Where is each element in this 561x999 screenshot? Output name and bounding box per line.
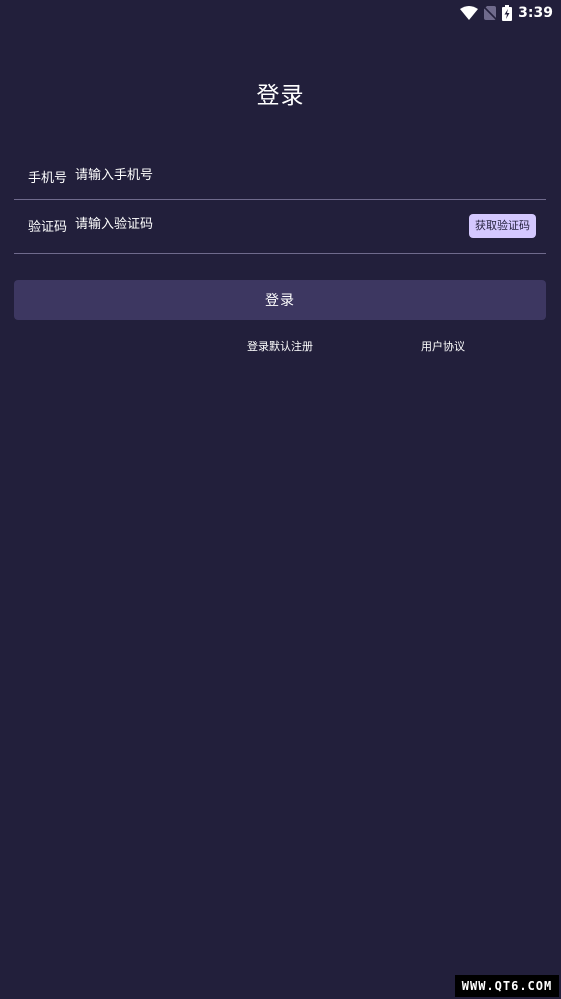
get-code-button[interactable]: 获取验证码: [469, 214, 536, 238]
no-sim-icon: [484, 6, 497, 20]
page-title: 登录: [256, 83, 305, 109]
phone-label: 手机号: [28, 171, 68, 186]
code-label: 验证码: [28, 220, 68, 235]
status-icons: 3:39: [460, 3, 553, 23]
watermark: WWW.QT6.COM: [455, 975, 559, 997]
wifi-icon: [460, 6, 479, 20]
login-button[interactable]: 登录: [14, 280, 546, 320]
code-input[interactable]: [75, 215, 445, 233]
code-row: 验证码 获取验证码: [14, 200, 546, 254]
status-time: 3:39: [518, 5, 553, 21]
user-agreement-link[interactable]: 用户协议: [421, 338, 465, 354]
phone-input[interactable]: [75, 166, 445, 184]
phone-row: 手机号: [14, 150, 546, 200]
register-note: 登录默认注册: [247, 340, 313, 353]
login-screen: 3:39 登录 手机号 验证码 获取验证码 登录 登录默认注册 用户协议 WWW…: [0, 0, 561, 999]
battery-charging-icon: [502, 5, 513, 21]
status-bar: 3:39: [0, 0, 561, 26]
